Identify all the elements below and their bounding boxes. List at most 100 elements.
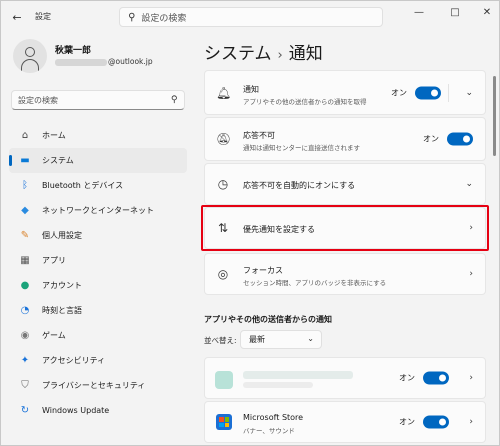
chevron-right-icon[interactable]: › <box>469 417 473 427</box>
app-title: 設定 <box>35 12 51 21</box>
sidebar-item-accessibility[interactable]: ✦ アクセシビリティ <box>9 348 187 373</box>
app-toggle[interactable] <box>423 371 449 385</box>
notifications-toggle-wrap: オン <box>391 86 441 99</box>
home-icon: ⌂ <box>21 130 29 141</box>
microsoft-store-icon <box>216 414 232 430</box>
sidebar-item-accounts[interactable]: ● アカウント <box>9 273 187 298</box>
sidebar-item-apps[interactable]: ▦ アプリ <box>9 248 187 273</box>
wifi-icon: ◆ <box>21 205 29 216</box>
sidebar-item-label: アプリ <box>42 256 66 265</box>
focus-icon: ◎ <box>217 267 229 281</box>
search-box[interactable]: ⚲ 設定の検索 <box>119 7 383 27</box>
brush-icon: ✎ <box>20 230 30 241</box>
sidebar-item-system[interactable]: ▬ システム <box>9 148 187 173</box>
breadcrumb-parent[interactable]: システム <box>204 44 272 64</box>
app-subtitle: バナー、サウンド <box>243 427 295 435</box>
breadcrumb-separator: › <box>277 48 283 63</box>
user-email: @outlook.jp <box>55 57 153 66</box>
sidebar-item-network[interactable]: ◆ ネットワークとインターネット <box>9 198 187 223</box>
sidebar-item-windows-update[interactable]: ↻ Windows Update <box>9 398 187 423</box>
sidebar-item-label: Bluetooth とデバイス <box>42 181 124 190</box>
scrollbar[interactable] <box>493 76 496 156</box>
chevron-down-icon[interactable]: ⌄ <box>465 179 473 189</box>
sidebar-item-label: アカウント <box>42 281 82 290</box>
close-button[interactable]: ✕ <box>479 7 495 18</box>
sidebar-item-home[interactable]: ⌂ ホーム <box>9 123 187 148</box>
focus-card[interactable]: ◎ フォーカス セッション時間、アプリのバッジを非表示にする › <box>204 253 486 295</box>
search-icon: ⚲ <box>128 11 136 23</box>
sidebar-item-label: ネットワークとインターネット <box>42 206 154 215</box>
gamepad-icon: ◉ <box>20 330 30 341</box>
back-arrow-icon[interactable]: ← <box>9 9 25 25</box>
email-redacted <box>55 58 107 66</box>
app-toggle[interactable] <box>423 415 449 429</box>
card-title: 応答不可 <box>243 131 275 140</box>
page-title: 通知 <box>288 44 323 64</box>
card-subtitle: アプリやその他の送信者からの通知を取得 <box>243 98 367 106</box>
app-icon <box>215 371 233 389</box>
card-title: 通知 <box>243 85 259 94</box>
minimize-button[interactable]: — <box>411 7 427 18</box>
clock-icon: ◷ <box>217 177 229 191</box>
bell-snooze-icon: 🔕︎ <box>216 132 232 146</box>
card-subtitle: 通知は通知センターに直接送信されます <box>243 144 360 152</box>
highlight-frame <box>201 205 489 251</box>
sidebar-item-label: ゲーム <box>42 331 66 340</box>
logo-square <box>219 417 224 422</box>
logo-square <box>224 417 229 422</box>
chevron-right-icon[interactable]: › <box>469 373 473 383</box>
chevron-down-icon[interactable]: ⌄ <box>465 88 473 98</box>
sidebar-item-personalization[interactable]: ✎ 個人用設定 <box>9 223 187 248</box>
sidebar-item-label: 時刻と言語 <box>42 306 82 315</box>
divider <box>448 83 449 102</box>
sidebar-item-label: Windows Update <box>42 406 110 415</box>
maximize-button[interactable]: □ <box>447 7 463 18</box>
sort-select[interactable]: 最新 ⌄ <box>240 330 322 349</box>
sidebar-item-label: システム <box>42 156 74 165</box>
sort-value: 最新 <box>249 335 265 344</box>
bluetooth-icon: ᛒ <box>22 180 28 191</box>
globe-clock-icon: ◔ <box>20 305 30 316</box>
sidebar-search-input[interactable]: 設定の検索 ⚲ <box>11 90 185 110</box>
sidebar-nav: ⌂ ホーム ▬ システム ᛒ Bluetooth とデバイス ◆ ネットワークとインター… <box>9 123 187 423</box>
card-subtitle: セッション時間、アプリのバッジを非表示にする <box>243 279 387 287</box>
email-domain: @outlook.jp <box>108 57 153 66</box>
sidebar-item-bluetooth[interactable]: ᛒ Bluetooth とデバイス <box>9 173 187 198</box>
section-title: アプリやその他の送信者からの通知 <box>204 315 332 324</box>
sidebar-item-gaming[interactable]: ◉ ゲーム <box>9 323 187 348</box>
accessibility-icon: ✦ <box>20 355 30 366</box>
sidebar-item-privacy[interactable]: ⛉ プライバシーとセキュリティ <box>9 373 187 398</box>
sidebar-item-label: 個人用設定 <box>42 231 82 240</box>
app-row[interactable]: オン › <box>204 357 486 399</box>
do-not-disturb-card: 🔕︎ 応答不可 通知は通知センターに直接送信されます オン <box>204 117 486 161</box>
dnd-toggle[interactable] <box>447 132 473 146</box>
auto-dnd-card[interactable]: ◷ 応答不可を自動的にオンにする ⌄ <box>204 163 486 205</box>
chevron-right-icon[interactable]: › <box>469 269 473 279</box>
person-icon <box>25 47 35 57</box>
chevron-down-icon: ⌄ <box>307 334 314 343</box>
sidebar-item-label: プライバシーとセキュリティ <box>42 381 146 390</box>
bell-icon: 🔔︎ <box>216 85 232 100</box>
toggle-label: オン <box>391 88 407 97</box>
card-title: フォーカス <box>243 266 283 275</box>
logo-square <box>219 422 224 427</box>
notifications-card[interactable]: 🔔︎ 通知 アプリやその他の送信者からの通知を取得 オン ⌄ <box>204 70 486 115</box>
app-subtitle-redacted <box>243 382 313 388</box>
settings-window: ← 設定 ⚲ 設定の検索 — □ ✕ 秋葉一郎 @outlook.jp 設定の検… <box>0 0 500 446</box>
monitor-icon: ▬ <box>20 155 30 166</box>
logo-square <box>224 422 229 427</box>
toggle-label: オン <box>423 134 439 144</box>
app-name-redacted <box>243 371 353 379</box>
app-row[interactable]: Microsoft Store バナー、サウンド オン › <box>204 401 486 443</box>
title-bar: ← 設定 ⚲ 設定の検索 — □ ✕ <box>1 1 500 33</box>
user-name: 秋葉一郎 <box>55 46 92 56</box>
app-name: Microsoft Store <box>243 413 304 422</box>
toggle-label: オン <box>399 417 415 427</box>
sidebar-item-time-language[interactable]: ◔ 時刻と言語 <box>9 298 187 323</box>
notifications-toggle[interactable] <box>415 86 441 99</box>
search-icon: ⚲ <box>171 95 178 105</box>
avatar[interactable] <box>13 39 47 73</box>
account-icon: ● <box>20 280 30 291</box>
toggle-label: オン <box>399 373 415 383</box>
shield-icon: ⛉ <box>21 380 29 391</box>
